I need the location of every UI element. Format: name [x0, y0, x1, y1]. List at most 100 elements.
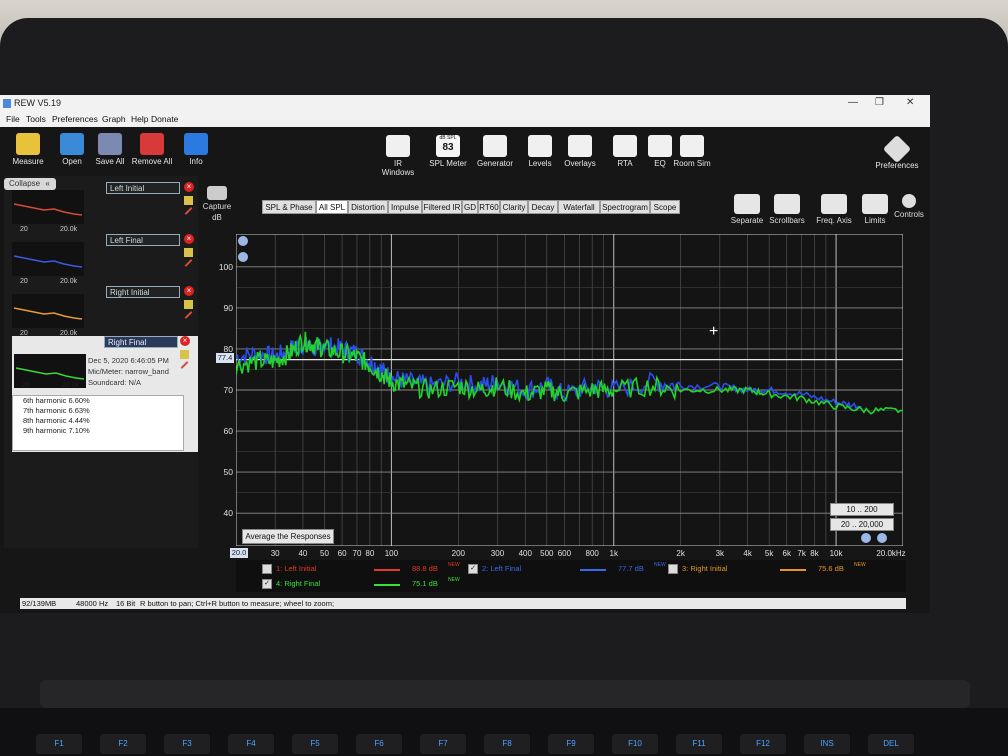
legend-value: 75.6 dB — [818, 564, 844, 573]
x-tick-label: 30 — [270, 549, 280, 558]
tab-rt60[interactable]: RT60 — [478, 200, 500, 214]
edit-icon[interactable] — [184, 300, 193, 309]
tab-impulse[interactable]: Impulse — [388, 200, 422, 214]
remove-measurement-icon[interactable]: × — [184, 234, 194, 244]
capture-button[interactable]: Capture dB — [200, 186, 234, 222]
info-button[interactable]: Info — [174, 133, 218, 166]
thumbnail-axis-hi: 20.0k — [62, 382, 80, 389]
tab-scope[interactable]: Scope — [650, 200, 680, 214]
freq-axis-button[interactable]: Freq. Axis — [812, 194, 856, 225]
x-tick-label: 3k — [715, 549, 725, 558]
x-tick-label: 60 — [337, 549, 347, 558]
y-tick-label: 70 — [223, 385, 233, 395]
info-icon — [184, 133, 208, 155]
tab-all-spl[interactable]: All SPL — [316, 200, 348, 214]
zoom-icon[interactable] — [238, 252, 248, 262]
range-20-20000-button[interactable]: 20 .. 20,000 — [830, 518, 894, 531]
remove-measurement-icon[interactable]: × — [184, 286, 194, 296]
color-line-icon[interactable] — [184, 311, 193, 319]
rta-button[interactable]: RTA — [605, 135, 645, 168]
legend-swatch — [580, 569, 606, 571]
main-toolbar: Measure Open Save All Remove All Info IR Wind… — [0, 127, 930, 177]
separate-button[interactable]: Separate — [728, 194, 766, 225]
restore-icon[interactable]: ❐ — [875, 97, 884, 108]
save-all-button[interactable]: Save All — [88, 133, 132, 166]
remove-all-button[interactable]: Remove All — [130, 133, 174, 166]
remove-icon — [140, 133, 164, 155]
menu-donate[interactable]: Donate — [151, 114, 178, 124]
tab-spectrogram[interactable]: Spectrogram — [600, 200, 650, 214]
preferences-button[interactable]: Preferences — [872, 134, 922, 170]
remove-measurement-icon[interactable]: × — [184, 182, 194, 192]
measurement-row[interactable]: 32020.0kRight Initial× — [10, 286, 196, 337]
measurement-name[interactable]: Left Final — [106, 234, 180, 246]
tab-spl-phase[interactable]: SPL & Phase — [262, 200, 316, 214]
remove-measurement-icon[interactable]: × — [180, 336, 190, 346]
measurement-name[interactable]: Left Initial — [106, 182, 180, 194]
legend-checkbox[interactable]: ✓ — [262, 579, 272, 589]
minimize-icon[interactable]: — — [848, 97, 858, 108]
function-key: F9 — [548, 734, 594, 754]
thumbnail-axis-lo: 20 — [20, 226, 28, 233]
tab-decay[interactable]: Decay — [528, 200, 558, 214]
spl-meter-button[interactable]: dB SPL 83 SPL Meter — [428, 135, 468, 168]
menu-preferences[interactable]: Preferences — [52, 114, 98, 124]
levels-button[interactable]: Levels — [520, 135, 560, 168]
edit-icon[interactable] — [184, 196, 193, 205]
zoom-out-icon[interactable] — [877, 533, 887, 543]
legend-checkbox[interactable] — [262, 564, 272, 574]
legend-checkbox[interactable]: ✓ — [468, 564, 478, 574]
x-tick-label: 7k — [797, 549, 806, 558]
range-10-200-button[interactable]: 10 .. 200 — [830, 503, 894, 516]
x-tick-label: 100 — [384, 549, 399, 558]
average-responses-button[interactable]: Average the Responses — [242, 529, 334, 544]
edit-icon[interactable] — [184, 248, 193, 257]
zoom-in-icon[interactable] — [861, 533, 871, 543]
tab-distortion[interactable]: Distortion — [348, 200, 388, 214]
y-tick-label: 40 — [223, 508, 233, 519]
limits-button[interactable]: Limits — [856, 194, 894, 225]
harmonics-list[interactable]: 6th harmonic 6.60% 7th harmonic 6.63% 8th … — [12, 395, 184, 451]
y-unit-label: dB — [212, 213, 222, 222]
legend-tag: NEW — [654, 562, 666, 568]
spl-graph[interactable] — [236, 234, 903, 546]
color-line-icon[interactable] — [180, 361, 189, 369]
menu-graph[interactable]: Graph — [102, 114, 126, 124]
scrollbars-button[interactable]: Scrollbars — [768, 194, 806, 225]
x-tick-label: 5k — [764, 549, 774, 558]
function-key: F1 — [36, 734, 82, 754]
wrench-icon — [882, 134, 912, 164]
capture-label: Capture — [202, 202, 232, 211]
tab-gd[interactable]: GD — [462, 200, 478, 214]
function-key: F7 — [420, 734, 466, 754]
zoom-icon[interactable] — [238, 236, 248, 246]
controls-button[interactable]: Controls — [890, 194, 928, 219]
generator-button[interactable]: Generator — [475, 135, 515, 168]
x-tick-label: 8k — [810, 549, 819, 558]
legend-checkbox[interactable] — [668, 564, 678, 574]
menu-help[interactable]: Help — [131, 114, 148, 124]
color-line-icon[interactable] — [184, 259, 193, 267]
overlays-button[interactable]: Overlays — [560, 135, 600, 168]
tab-filtered-ir[interactable]: Filtered IR — [422, 200, 462, 214]
legend-label: 1: Left Initial — [276, 564, 317, 573]
measurement-row[interactable]: 22020.0kLeft Final× — [10, 234, 196, 285]
measurement-name[interactable]: Right Final — [104, 336, 178, 348]
edit-icon[interactable] — [180, 350, 189, 359]
tab-waterfall[interactable]: Waterfall — [558, 200, 600, 214]
menu-tools[interactable]: Tools — [26, 114, 46, 124]
function-key: DEL — [868, 734, 914, 754]
color-line-icon[interactable] — [184, 207, 193, 215]
measure-button[interactable]: Measure — [6, 133, 50, 166]
toolbar-label: IR Windows — [381, 159, 415, 177]
close-icon[interactable]: ✕ — [906, 97, 914, 108]
room-sim-button[interactable]: Room Sim — [672, 135, 712, 168]
ir-windows-button[interactable]: IR Windows — [378, 135, 418, 177]
tab-clarity[interactable]: Clarity — [500, 200, 528, 214]
measurement-row[interactable]: 12020.0kLeft Initial× — [10, 182, 196, 233]
menu-file[interactable]: File — [6, 114, 20, 124]
function-key: F11 — [676, 734, 722, 754]
x-cursor-readout: 20.0 — [230, 548, 248, 558]
measurement-soundcard: Soundcard: N/A — [88, 378, 141, 387]
measurement-name[interactable]: Right Initial — [106, 286, 180, 298]
